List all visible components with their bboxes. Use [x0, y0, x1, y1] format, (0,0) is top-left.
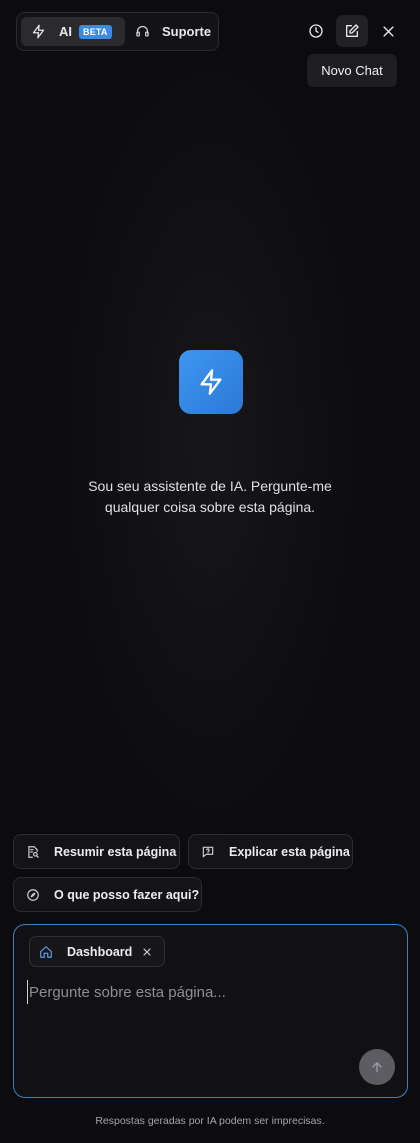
close-icon — [382, 25, 394, 37]
headset-icon — [136, 25, 149, 37]
tab-ai-label: AI — [59, 24, 72, 39]
tab-ai[interactable]: AI BETA — [21, 17, 125, 46]
suggestion-summarize[interactable]: Resumir esta página — [13, 834, 180, 869]
doc-search-icon — [28, 846, 39, 858]
bolt-icon — [200, 369, 222, 395]
suggestion-what-can-i-do[interactable]: O que posso fazer aqui? — [13, 877, 202, 912]
assistant-logo — [179, 350, 243, 414]
new-chat-tooltip: Novo Chat — [307, 54, 397, 87]
suggestion-label: Resumir esta página — [54, 845, 177, 859]
chat-question-icon — [202, 846, 214, 858]
suggestion-explain[interactable]: Explicar esta página — [188, 834, 353, 869]
context-label: Dashboard — [67, 945, 133, 959]
bolt-icon — [32, 24, 45, 39]
new-chat-button[interactable] — [336, 15, 368, 47]
close-button[interactable] — [372, 15, 404, 47]
ai-disclaimer: Respostas geradas por IA podem ser impre… — [95, 1115, 325, 1127]
mode-tabs: AI BETA Suporte — [16, 12, 219, 51]
suggestion-label: O que posso fazer aqui? — [54, 888, 200, 902]
clock-icon — [309, 24, 323, 38]
remove-context-icon[interactable] — [141, 946, 153, 958]
beta-badge: BETA — [79, 25, 112, 39]
edit-icon — [346, 24, 359, 37]
intro-message: Sou seu assistente de IA. Pergunte-me qu… — [88, 478, 332, 515]
home-icon — [40, 946, 52, 958]
chat-composer: Dashboard — [13, 924, 408, 1098]
arrow-up-icon — [372, 1062, 382, 1073]
send-button[interactable] — [359, 1049, 395, 1085]
prompt-input[interactable] — [27, 980, 387, 1004]
tab-support[interactable]: Suporte — [129, 17, 215, 46]
history-button[interactable] — [300, 15, 332, 47]
tab-support-label: Suporte — [162, 24, 212, 39]
compass-icon — [27, 889, 39, 901]
context-chip[interactable]: Dashboard — [29, 936, 165, 967]
suggestion-label: Explicar esta página — [229, 845, 350, 859]
